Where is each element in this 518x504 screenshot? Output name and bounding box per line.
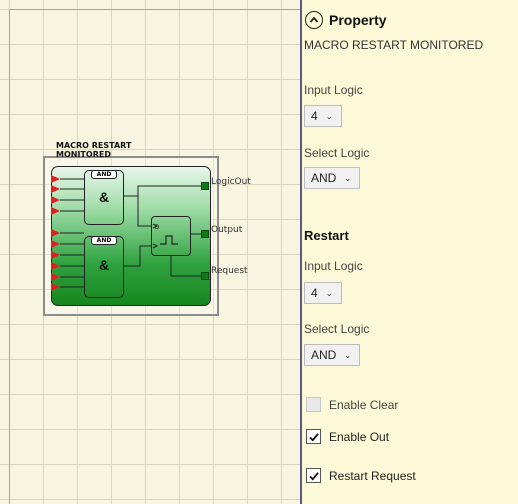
- output-pin-request[interactable]: [201, 272, 209, 280]
- and-gate-2: AND &: [84, 236, 124, 298]
- input-pin[interactable]: [51, 240, 60, 248]
- enable-out-checkbox[interactable]: [306, 429, 321, 444]
- output-pin-logicout[interactable]: [201, 182, 209, 190]
- restart-request-checkbox[interactable]: [306, 468, 321, 483]
- checkmark-icon: [309, 472, 319, 481]
- enable-clear-row: Enable Clear: [306, 397, 398, 412]
- chevron-up-circle-icon[interactable]: [305, 11, 323, 29]
- restart-select-logic-value: AND: [311, 348, 337, 362]
- and-gate-1: AND &: [84, 170, 124, 225]
- output-label: Request: [211, 266, 248, 276]
- input-pin[interactable]: [51, 251, 60, 259]
- chevron-down-icon: ⌄: [325, 111, 333, 121]
- input-logic-label: Input Logic: [304, 83, 363, 97]
- property-header[interactable]: Property: [305, 10, 387, 30]
- output-label: LogicOut: [211, 177, 251, 187]
- restart-request-label: Restart Request: [329, 468, 416, 483]
- chevron-down-icon: ⌄: [344, 173, 352, 183]
- enable-out-row: Enable Out: [306, 429, 389, 444]
- input-pin[interactable]: [51, 185, 60, 193]
- select-logic-label: Select Logic: [304, 146, 370, 160]
- input-pin[interactable]: [51, 283, 60, 291]
- input-pin[interactable]: [51, 175, 60, 183]
- input-pin[interactable]: [51, 229, 60, 237]
- restart-select-logic-dropdown[interactable]: AND ⌄: [304, 344, 360, 366]
- checkmark-icon: [309, 433, 319, 442]
- and-gate-label: AND: [91, 170, 117, 179]
- input-pin[interactable]: [51, 196, 60, 204]
- restart-select-logic-label: Select Logic: [304, 322, 370, 336]
- select-logic-value: AND: [311, 171, 337, 185]
- restart-input-logic-label: Input Logic: [304, 259, 363, 273]
- restart-input-logic-dropdown[interactable]: 4 ⌄: [304, 282, 342, 304]
- enable-out-label: Enable Out: [329, 429, 390, 444]
- input-logic-value: 4: [311, 109, 318, 123]
- input-pin[interactable]: [51, 273, 60, 281]
- restart-request-row: Restart Request: [306, 468, 416, 483]
- and-gate-label: AND: [91, 236, 117, 245]
- select-logic-dropdown[interactable]: AND ⌄: [304, 167, 360, 189]
- enable-clear-label: Enable Clear: [329, 397, 399, 412]
- restart-d-label: D: [155, 225, 160, 231]
- diagram-canvas[interactable]: MACRO RESTART MONITORED AND & AND & D Lo…: [0, 0, 301, 504]
- and-symbol: &: [98, 257, 110, 273]
- output-label: Output: [211, 225, 243, 235]
- property-title: Property: [329, 12, 387, 28]
- input-pin[interactable]: [51, 262, 60, 270]
- chevron-down-icon: ⌄: [344, 350, 352, 360]
- property-panel: Property MACRO RESTART MONITORED Input L…: [302, 0, 518, 504]
- restart-section-title: Restart: [304, 228, 349, 243]
- output-pin-output[interactable]: [201, 230, 209, 238]
- macro-name: MACRO RESTART MONITORED: [304, 38, 484, 52]
- chevron-down-icon: ⌄: [325, 288, 333, 298]
- input-pin[interactable]: [51, 207, 60, 215]
- restart-element: D: [151, 216, 191, 256]
- input-logic-dropdown[interactable]: 4 ⌄: [304, 105, 342, 127]
- and-symbol: &: [98, 189, 110, 205]
- restart-input-logic-value: 4: [311, 286, 318, 300]
- enable-clear-checkbox[interactable]: [306, 397, 321, 412]
- macro-block-title: MACRO RESTART MONITORED: [56, 141, 132, 159]
